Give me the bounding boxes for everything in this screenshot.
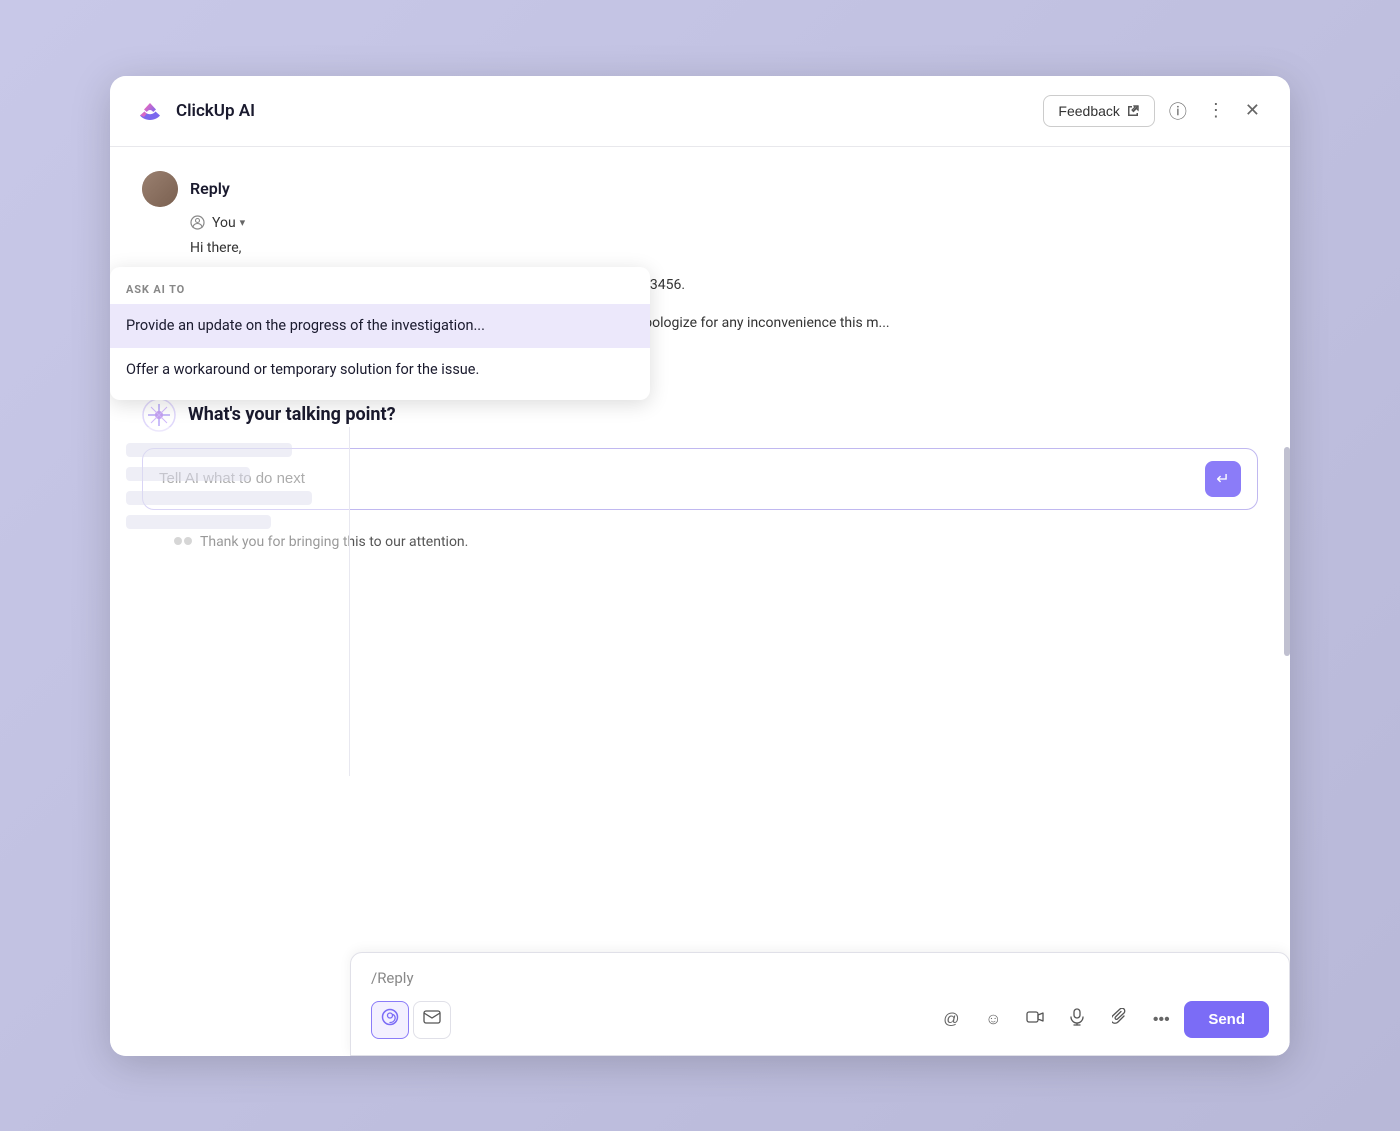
sender-name[interactable]: You ▾	[212, 215, 245, 231]
email-icon	[423, 1010, 441, 1029]
clickup-logo-icon	[134, 95, 166, 127]
dropdown-section-label: ASK AI TO	[110, 283, 650, 304]
close-icon: ✕	[1245, 100, 1260, 121]
compose-section: /Reply	[350, 952, 1290, 1056]
avatar	[142, 171, 178, 207]
header-left: ClickUp AI	[134, 95, 255, 127]
send-button[interactable]: Send	[1184, 1001, 1269, 1038]
mention-tool-button[interactable]	[371, 1001, 409, 1039]
mention-icon	[381, 1008, 399, 1031]
close-button[interactable]: ✕	[1239, 94, 1266, 127]
dropdown-item-1[interactable]: Provide an update on the progress of the…	[110, 304, 650, 348]
header-right: Feedback ⓘ ⋮ ✕	[1043, 92, 1266, 130]
dropdown-item-2[interactable]: Offer a workaround or temporary solution…	[110, 348, 650, 392]
email-greeting: Hi there,	[190, 237, 1258, 261]
content-area: Reply You ▾ Hi there, I hope this ema	[110, 147, 1290, 1056]
more-tools-icon: •••	[1153, 1011, 1170, 1029]
at-icon: @	[943, 1011, 959, 1029]
left-sidebar-hint	[110, 427, 350, 776]
video-tool-button[interactable]	[1016, 1001, 1054, 1039]
sender-icon	[190, 215, 206, 231]
avatar-image	[142, 171, 178, 207]
video-icon	[1026, 1010, 1044, 1029]
external-link-icon	[1126, 104, 1140, 118]
feedback-button[interactable]: Feedback	[1043, 95, 1154, 127]
reply-section-header: Reply	[142, 171, 1258, 207]
clickup-ai-panel: ClickUp AI Feedback ⓘ ⋮ ✕	[110, 76, 1290, 1056]
at-mention-tool-button[interactable]: @	[932, 1001, 970, 1039]
scrollbar[interactable]	[1284, 447, 1290, 656]
compose-slash-reply: /Reply	[371, 969, 1269, 987]
compose-toolbar: @ ☺	[371, 1001, 1269, 1039]
attachment-tool-button[interactable]	[1100, 1001, 1138, 1039]
audio-tool-button[interactable]	[1058, 1001, 1096, 1039]
ai-question: What's your talking point?	[188, 404, 396, 425]
reply-label: Reply	[190, 179, 230, 198]
sender-row: You ▾	[190, 215, 1258, 231]
emoji-tool-button[interactable]: ☺	[974, 1001, 1012, 1039]
paperclip-icon	[1112, 1008, 1126, 1031]
more-icon: ⋮	[1207, 100, 1225, 121]
panel-header: ClickUp AI Feedback ⓘ ⋮ ✕	[110, 76, 1290, 147]
autocomplete-dropdown: ASK AI TO Provide an update on the progr…	[110, 267, 650, 401]
microphone-icon	[1070, 1008, 1084, 1031]
header-title: ClickUp AI	[176, 101, 255, 121]
ai-submit-button[interactable]: ↵	[1205, 461, 1241, 497]
info-icon: ⓘ	[1169, 98, 1187, 124]
sender-chevron-icon: ▾	[240, 216, 246, 229]
more-tools-button[interactable]: •••	[1142, 1001, 1180, 1039]
submit-icon: ↵	[1216, 469, 1229, 489]
emoji-icon: ☺	[985, 1011, 1001, 1029]
email-tool-button[interactable]	[413, 1001, 451, 1039]
info-button[interactable]: ⓘ	[1163, 92, 1193, 130]
feedback-label: Feedback	[1058, 103, 1119, 119]
more-options-button[interactable]: ⋮	[1201, 94, 1231, 127]
